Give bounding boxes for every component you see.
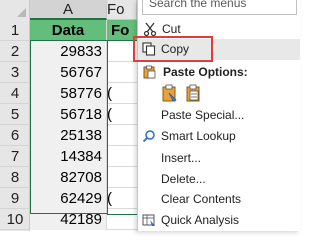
- copy-marquee-outline: [107, 40, 138, 215]
- row-header-3[interactable]: 3: [0, 62, 30, 83]
- menu-search-input[interactable]: Search the menus: [142, 0, 297, 15]
- cell-a5[interactable]: 56718: [30, 104, 107, 125]
- menu-item-quick-analysis-label: Quick Analysis: [161, 213, 240, 227]
- menu-item-smart-lookup[interactable]: Smart Lookup: [137, 126, 300, 146]
- menu-item-smart-lookup-label: Smart Lookup: [161, 129, 236, 143]
- row-header-4[interactable]: 4: [0, 83, 30, 104]
- row-header-2[interactable]: 2: [0, 41, 30, 62]
- paste-formatting-button[interactable]: [160, 83, 180, 105]
- cell-a2[interactable]: 29833: [30, 41, 107, 62]
- paste-options-row: [160, 83, 220, 107]
- menu-item-paste-special-label: Paste Special...: [161, 108, 245, 122]
- paste-values-icon[interactable]: [184, 83, 204, 105]
- menu-item-paste-options-label: Paste Options:: [163, 65, 248, 79]
- row-header-8[interactable]: 8: [0, 167, 30, 188]
- menu-item-clear-contents-label: Clear Contents: [161, 192, 242, 206]
- cell-a6[interactable]: 25138: [30, 125, 107, 146]
- cell-a9[interactable]: 62429: [30, 188, 107, 209]
- menu-item-paste-options: Paste Options:: [137, 62, 300, 82]
- row-header-5[interactable]: 5: [0, 104, 30, 125]
- cell-a8[interactable]: 82708: [30, 167, 107, 188]
- select-all-corner[interactable]: [0, 0, 30, 20]
- cell-a4[interactable]: 58776: [30, 83, 107, 104]
- row-header-9[interactable]: 9: [0, 188, 30, 209]
- menu-item-delete-label: Delete...: [161, 172, 206, 186]
- row-header-1[interactable]: 1: [0, 20, 30, 41]
- row-header-column: 1 2 3 4 5 6 7 8 9 10: [0, 20, 30, 231]
- menu-item-insert[interactable]: Insert...: [137, 148, 300, 168]
- menu-item-paste-special[interactable]: Paste Special...: [137, 105, 300, 125]
- row-header-10[interactable]: 10: [0, 209, 30, 230]
- menu-item-insert-label: Insert...: [161, 151, 202, 165]
- cell-a3[interactable]: 56767: [30, 62, 107, 83]
- cell-a1[interactable]: Data: [30, 20, 107, 41]
- menu-item-quick-analysis[interactable]: Quick Analysis: [137, 210, 300, 230]
- column-header-a[interactable]: A: [30, 0, 107, 20]
- search-icon: [142, 129, 156, 143]
- scissors-icon: [143, 22, 157, 37]
- paste-icon: [142, 65, 156, 79]
- row-header-7[interactable]: 7: [0, 146, 30, 167]
- select-all-triangle-icon: [17, 8, 26, 17]
- menu-item-delete[interactable]: Delete...: [137, 169, 300, 189]
- menu-item-clear-contents[interactable]: Clear Contents: [137, 189, 300, 209]
- column-header-b[interactable]: Fo: [107, 0, 137, 20]
- row-header-6[interactable]: 6: [0, 125, 30, 146]
- quick-analysis-icon: [142, 213, 156, 227]
- cell-a10[interactable]: 42189: [30, 209, 107, 230]
- cell-a7[interactable]: 14384: [30, 146, 107, 167]
- copy-highlight-box: [133, 36, 213, 62]
